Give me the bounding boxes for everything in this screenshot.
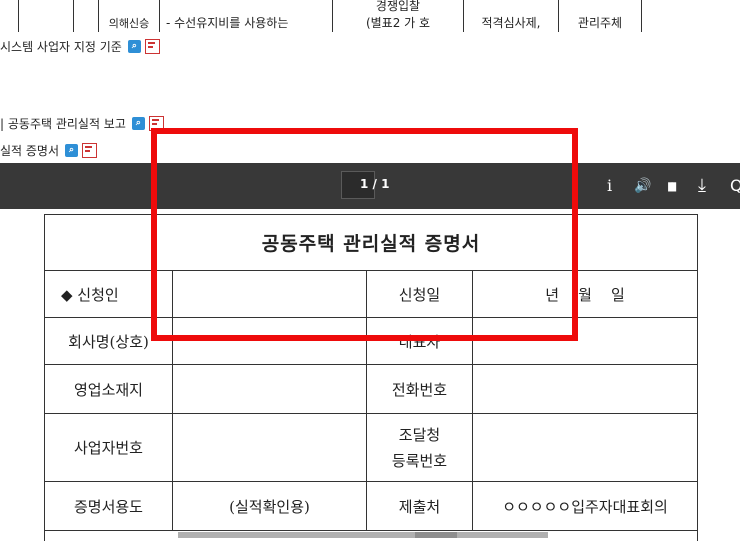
row-value [173,365,367,414]
file-item: 실적 증명서 ⌕ [0,141,101,159]
row-value [173,414,367,482]
preview-icon[interactable]: ⌕ [128,40,141,53]
table-cell [19,0,74,32]
search-icon[interactable]: Q [730,176,740,196]
row-label: 영업소재지 [45,365,173,414]
highlight-box [151,128,578,341]
top-table-fragment: 의해신승 - 수선유지비를 사용하는 경쟁입찰 (별표2 가 호 적격심사제, … [0,0,740,32]
row-label: 증명서용도 [45,482,173,531]
table-cell: - 수선유지비를 사용하는 [160,0,333,32]
previous-table: 의해신승 - 수선유지비를 사용하는 경쟁입찰 (별표2 가 호 적격심사제, … [18,0,642,32]
speaker-icon[interactable]: 🔊 [634,176,651,196]
table-cell: 경쟁입찰 (별표2 가 호 [333,0,464,32]
file-item: | 공동주택 관리실적 보고 ⌕ [0,114,168,132]
scrollbar-thumb[interactable] [415,532,457,538]
row-value [473,414,698,482]
file-label: 시스템 사업자 지정 기준 [0,38,122,55]
preview-icon[interactable]: ⌕ [132,117,145,130]
file-label: | 공동주택 관리실적 보고 [0,115,126,132]
file-label: 실적 증명서 [0,142,59,159]
row-value [473,365,698,414]
row-label: 제출처 [367,482,473,531]
preview-icon[interactable]: ⌕ [65,144,78,157]
download-icon[interactable]: ⤓ [698,176,706,196]
row-value: ㅇㅇㅇㅇㅇ입주자대표회의 [473,482,698,531]
table-cell [74,0,99,32]
table-cell: 적격심사제, [464,0,559,32]
info-icon[interactable]: i [607,176,612,196]
row-label: 전화번호 [367,365,473,414]
row-label: 사업자번호 [45,414,173,482]
row-label: 조달청 등록번호 [367,414,473,482]
table-cell: 의해신승 [99,0,160,32]
table-row: 사업자번호 조달청 등록번호 [45,414,698,482]
row-value: (실적확인용) [173,482,367,531]
file-item: 시스템 사업자 지정 기준 ⌕ [0,37,164,55]
table-cell: 관리주체 [559,0,642,32]
table-row: 증명서용도 (실적확인용) 제출처 ㅇㅇㅇㅇㅇ입주자대표회의 [45,482,698,531]
pdf-icon[interactable] [82,143,97,158]
horizontal-scrollbar[interactable] [178,532,548,538]
table-row: 영업소재지 전화번호 [45,365,698,414]
pdf-icon[interactable] [145,39,160,54]
reader-mode-icon[interactable]: ▮▮ [667,176,674,196]
